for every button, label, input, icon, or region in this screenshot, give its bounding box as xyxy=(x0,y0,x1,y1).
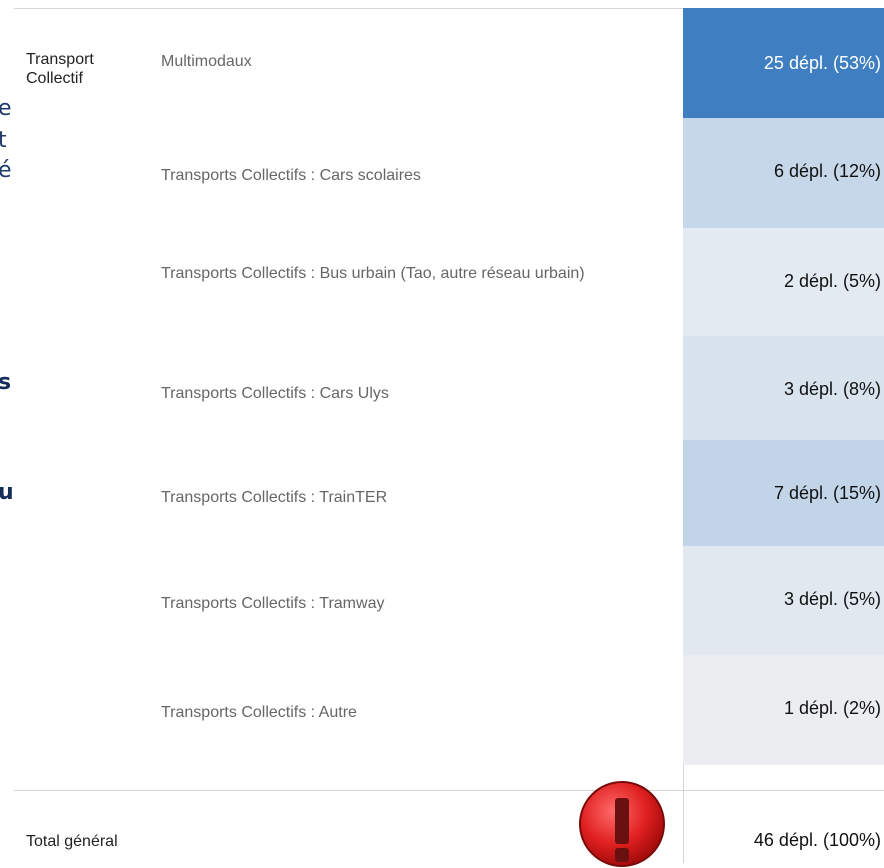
row-label: Transports Collectifs : Cars Ulys xyxy=(161,385,389,402)
row-value: 7 dépl. (15%) xyxy=(773,483,881,503)
total-separator xyxy=(14,790,884,791)
row-label: Transports Collectifs : Cars scolaires xyxy=(161,167,421,184)
row-label: Transports Collectifs : Tramway xyxy=(161,595,385,612)
clipped-text-fragment: u xyxy=(0,480,14,505)
row-value-cell: 2 dépl. (5%) xyxy=(683,228,884,336)
table-row: Transports Collectifs : Bus urbain (Tao,… xyxy=(14,228,884,336)
row-value: 3 dépl. (8%) xyxy=(783,379,881,399)
warning-exclamation-icon xyxy=(579,781,665,867)
clipped-text-fragment: s xyxy=(0,370,12,395)
table-row: Transports Collectifs : Cars Ulys 3 dépl.… xyxy=(14,336,884,440)
row-value-cell: 3 dépl. (8%) xyxy=(683,336,884,440)
row-value-cell: 3 dépl. (5%) xyxy=(683,546,884,655)
left-clipped-text: e t é s u xyxy=(0,0,14,863)
clipped-text-fragment: t xyxy=(0,128,7,153)
clipped-text-fragment: e xyxy=(0,96,12,121)
row-value-cell: 7 dépl. (15%) xyxy=(683,440,884,546)
row-value: 1 dépl. (2%) xyxy=(783,698,881,718)
row-value: 6 dépl. (12%) xyxy=(773,161,881,181)
row-value-cell: 1 dépl. (2%) xyxy=(683,655,884,765)
table-row: Multimodaux 25 dépl. (53%) xyxy=(14,8,884,118)
row-value: 2 dépl. (5%) xyxy=(783,271,881,291)
row-value: 25 dépl. (53%) xyxy=(763,53,881,73)
table-row: Transports Collectifs : TrainTER 7 dépl. … xyxy=(14,440,884,546)
row-label: Transports Collectifs : Autre xyxy=(161,704,357,721)
table-row: Transports Collectifs : Tramway 3 dépl. (… xyxy=(14,546,884,655)
row-label: Transports Collectifs : Bus urbain (Tao,… xyxy=(161,265,585,282)
transport-table: Transport Collectif Multimodaux 25 dépl. … xyxy=(14,0,884,867)
total-label: Total général xyxy=(26,833,118,850)
clipped-text-fragment: é xyxy=(0,158,12,183)
row-label: Transports Collectifs : TrainTER xyxy=(161,489,388,506)
row-value-cell: 6 dépl. (12%) xyxy=(683,118,884,228)
row-value: 3 dépl. (5%) xyxy=(783,589,881,609)
row-value-cell: 25 dépl. (53%) xyxy=(683,8,884,118)
total-value: 46 dépl. (100%) xyxy=(753,830,881,850)
row-label: Multimodaux xyxy=(161,53,252,70)
table-row: Transports Collectifs : Autre 1 dépl. (2%… xyxy=(14,655,884,765)
table-row: Transports Collectifs : Cars scolaires 6 … xyxy=(14,118,884,228)
